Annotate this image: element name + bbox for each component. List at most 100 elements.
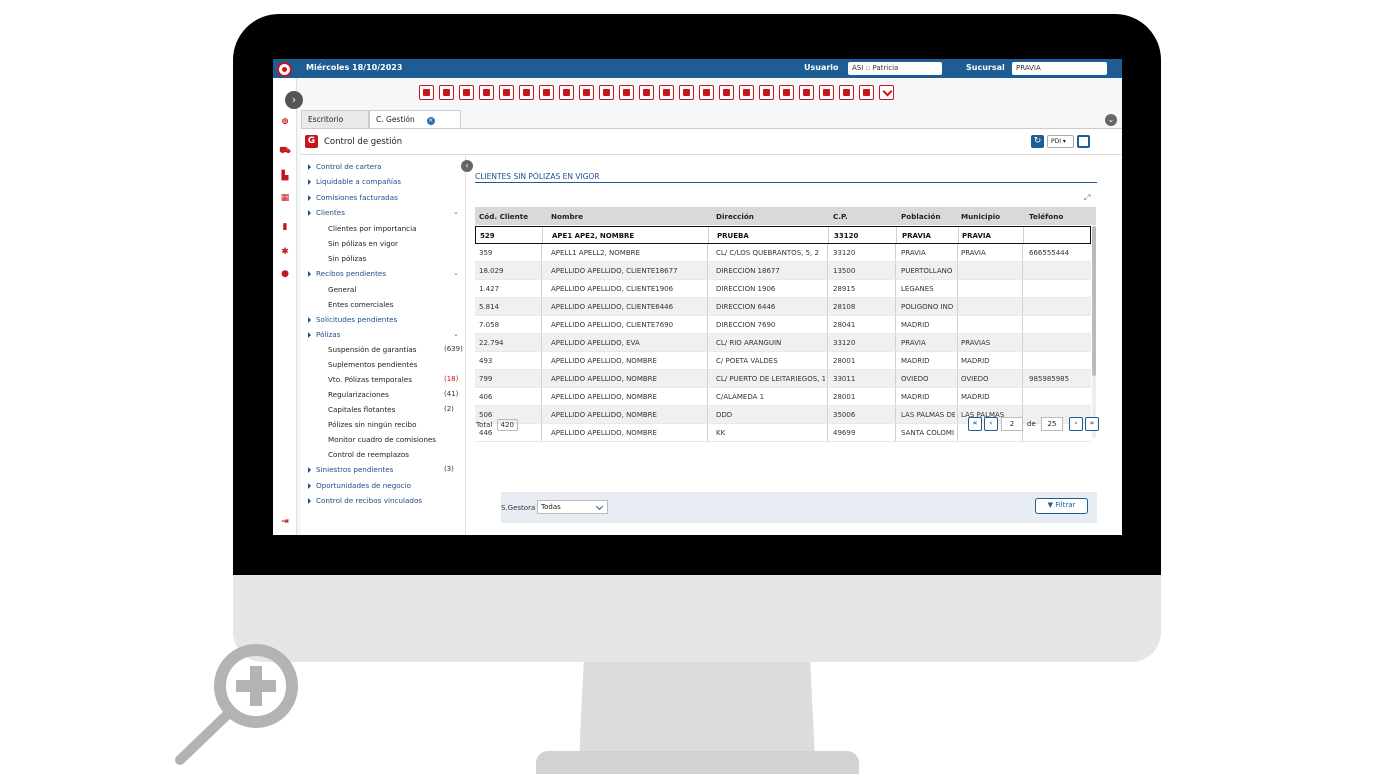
next-page-button[interactable]: › xyxy=(1069,417,1083,431)
table-row[interactable]: 406 APELLIDO APELLIDO, NOMBRE C/ALAMEDA 1 2… xyxy=(475,388,1091,406)
column-header[interactable]: C.P. xyxy=(833,212,848,221)
expand-nav-button[interactable]: › xyxy=(285,91,303,109)
document-icon[interactable]: ▙ xyxy=(279,170,291,182)
table-row[interactable]: 799 APELLIDO APELLIDO, NOMBRE CL/ PUERTO D… xyxy=(475,370,1091,388)
column-header[interactable]: Dirección xyxy=(716,212,754,221)
logout-icon[interactable]: ⇥ xyxy=(279,516,291,528)
toolbar-g-icon[interactable] xyxy=(859,85,874,100)
chevron-down-icon[interactable]: ⌄ xyxy=(453,208,459,216)
table-scrollbar[interactable] xyxy=(1092,226,1096,438)
branch-field[interactable]: PRAVIA xyxy=(1012,62,1107,75)
toolbar-alert-icon[interactable] xyxy=(779,85,794,100)
table-row[interactable]: 22.794 APELLIDO APELLIDO, EVA CL/ RIO ARAN… xyxy=(475,334,1091,352)
tree-group[interactable]: Solicitudes pendientes xyxy=(308,315,397,324)
toolbar-bag-icon[interactable] xyxy=(599,85,614,100)
chevron-down-icon[interactable]: ⌄ xyxy=(453,330,459,338)
app-logo[interactable] xyxy=(277,62,292,77)
toolbar-edit-user-icon[interactable] xyxy=(459,85,474,100)
toolbar-home-icon[interactable] xyxy=(799,85,814,100)
toolbar-transfer-icon[interactable] xyxy=(759,85,774,100)
tree-item[interactable]: Clientes por importancia xyxy=(328,224,417,233)
toolbar-target-icon[interactable] xyxy=(539,85,554,100)
tree-group[interactable]: Clientes xyxy=(308,208,345,217)
table-row[interactable]: 493 APELLIDO APELLIDO, NOMBRE C/ POETA VAL… xyxy=(475,352,1091,370)
first-page-button[interactable]: « xyxy=(968,417,982,431)
tree-item[interactable]: Sin pólizas xyxy=(328,254,366,263)
toolbar-clipboard-icon[interactable] xyxy=(479,85,494,100)
expand-icon[interactable]: ⤢ xyxy=(1084,193,1090,203)
tree-item[interactable]: Monitor cuadro de comisiones xyxy=(328,435,436,444)
tab-escritorio[interactable]: Escritorio xyxy=(301,110,369,128)
tree-group[interactable]: Control de recibos vinculados xyxy=(308,496,422,505)
table-row[interactable]: 1.427 APELLIDO APELLIDO, CLIENTE1906 DIREC… xyxy=(475,280,1091,298)
bar-chart-icon[interactable]: ▮ xyxy=(279,221,291,233)
toolbar-report-icon[interactable] xyxy=(719,85,734,100)
column-header[interactable]: Teléfono xyxy=(1029,212,1063,221)
tree-group[interactable]: Control de cartera xyxy=(308,162,381,171)
tree-item[interactable]: Vto. Pólizas temporales xyxy=(328,375,412,384)
toolbar-file-icon[interactable] xyxy=(639,85,654,100)
chevron-down-icon[interactable]: ⌄ xyxy=(453,269,459,277)
toolbar-building-icon[interactable] xyxy=(659,85,674,100)
tree-item[interactable]: Control de reemplazos xyxy=(328,450,409,459)
column-header[interactable]: Población xyxy=(901,212,940,221)
refresh-icon[interactable]: ↻ xyxy=(1031,135,1044,148)
toolbar-chevron-down-icon[interactable] xyxy=(879,85,894,100)
tree-group[interactable]: Oportunidades de negocio xyxy=(308,481,411,490)
tree-group[interactable]: Siniestros pendientes xyxy=(308,465,393,474)
column-divider xyxy=(828,227,829,243)
table-row[interactable]: 359 APELL1 APELL2, NOMBRE CL/ C/LOS QUEBRA… xyxy=(475,244,1091,262)
scrollbar-thumb[interactable] xyxy=(1092,226,1096,376)
toolbar-shield-icon[interactable] xyxy=(819,85,834,100)
cart-icon[interactable]: ⛟ xyxy=(279,145,291,157)
tree-group[interactable]: Liquidable a compañías xyxy=(308,177,401,186)
filter-button[interactable]: ▼ Filtrar xyxy=(1035,498,1088,514)
gestora-select[interactable]: Todas xyxy=(537,500,608,514)
toolbar-group-icon[interactable] xyxy=(699,85,714,100)
tree-item[interactable]: Suspensión de garantías xyxy=(328,345,417,354)
tree-item[interactable]: Suplementos pendientes xyxy=(328,360,417,369)
tree-item[interactable]: General xyxy=(328,285,356,294)
gear-icon[interactable]: ✱ xyxy=(279,246,291,258)
toolbar-briefcase-icon[interactable] xyxy=(579,85,594,100)
column-header[interactable]: Municipio xyxy=(961,212,1000,221)
table-row[interactable]: 7.058 APELLIDO APELLIDO, CLIENTE7690 DIREC… xyxy=(475,316,1091,334)
table-row[interactable]: 529 APE1 APE2, NOMBRE PRUEBA 33120 PRAVIA PRA… xyxy=(475,226,1091,244)
column-header[interactable]: Cód. Cliente xyxy=(479,212,528,221)
toolbar-settings-icon[interactable] xyxy=(739,85,754,100)
tree-group[interactable]: Comisiones facturadas xyxy=(308,193,398,202)
tab-c-gestion[interactable]: C. Gestión × xyxy=(369,110,461,128)
table-row[interactable]: 506 APELLIDO APELLIDO, NOMBRE DDD 35006 LAS … xyxy=(475,406,1091,424)
tree-item[interactable]: Capitales flotantes xyxy=(328,405,395,414)
table-row[interactable]: 18.029 APELLIDO APELLIDO, CLIENTE18677 DIR… xyxy=(475,262,1091,280)
tree-item[interactable]: Regularizaciones xyxy=(328,390,389,399)
prev-page-button[interactable]: ‹ xyxy=(984,417,998,431)
add-icon[interactable]: ⊕ xyxy=(279,116,291,128)
chevron-down-icon[interactable]: ⌄ xyxy=(1105,114,1117,126)
page-input[interactable]: 2 xyxy=(1001,417,1023,431)
calculator-icon[interactable]: ▦ xyxy=(279,192,291,204)
tree-item[interactable]: Entes comerciales xyxy=(328,300,393,309)
close-icon[interactable]: × xyxy=(426,117,435,125)
toolbar-fire-icon[interactable] xyxy=(519,85,534,100)
last-page-button[interactable]: » xyxy=(1085,417,1099,431)
format-select[interactable]: PDI ▾ xyxy=(1047,135,1074,148)
print-icon[interactable] xyxy=(1077,135,1090,148)
help-icon[interactable]: ● xyxy=(279,268,291,280)
user-field[interactable]: ASI :: Patricia xyxy=(848,62,942,75)
table-row[interactable]: 5.814 APELLIDO APELLIDO, CLIENTE6446 DIREC… xyxy=(475,298,1091,316)
toolbar-euro-icon[interactable] xyxy=(839,85,854,100)
toolbar-add-user-icon[interactable] xyxy=(439,85,454,100)
toolbar-cube-icon[interactable] xyxy=(419,85,434,100)
toolbar-list-icon[interactable] xyxy=(499,85,514,100)
toolbar-calendar-icon[interactable] xyxy=(619,85,634,100)
column-header[interactable]: Nombre xyxy=(551,212,583,221)
tree-item[interactable]: Pólizes sin ningún recibo xyxy=(328,420,416,429)
tree-item[interactable]: Sin pólizas en vigor xyxy=(328,239,398,248)
toolbar-money-icon[interactable] xyxy=(559,85,574,100)
tree-group[interactable]: Recibos pendientes xyxy=(308,269,386,278)
tree-group[interactable]: Pólizas xyxy=(308,330,340,339)
toolbar-people-icon[interactable] xyxy=(679,85,694,100)
column-divider xyxy=(827,406,828,423)
table-row[interactable]: 446 APELLIDO APELLIDO, NOMBRE KK 49699 SANTA… xyxy=(475,424,1091,442)
